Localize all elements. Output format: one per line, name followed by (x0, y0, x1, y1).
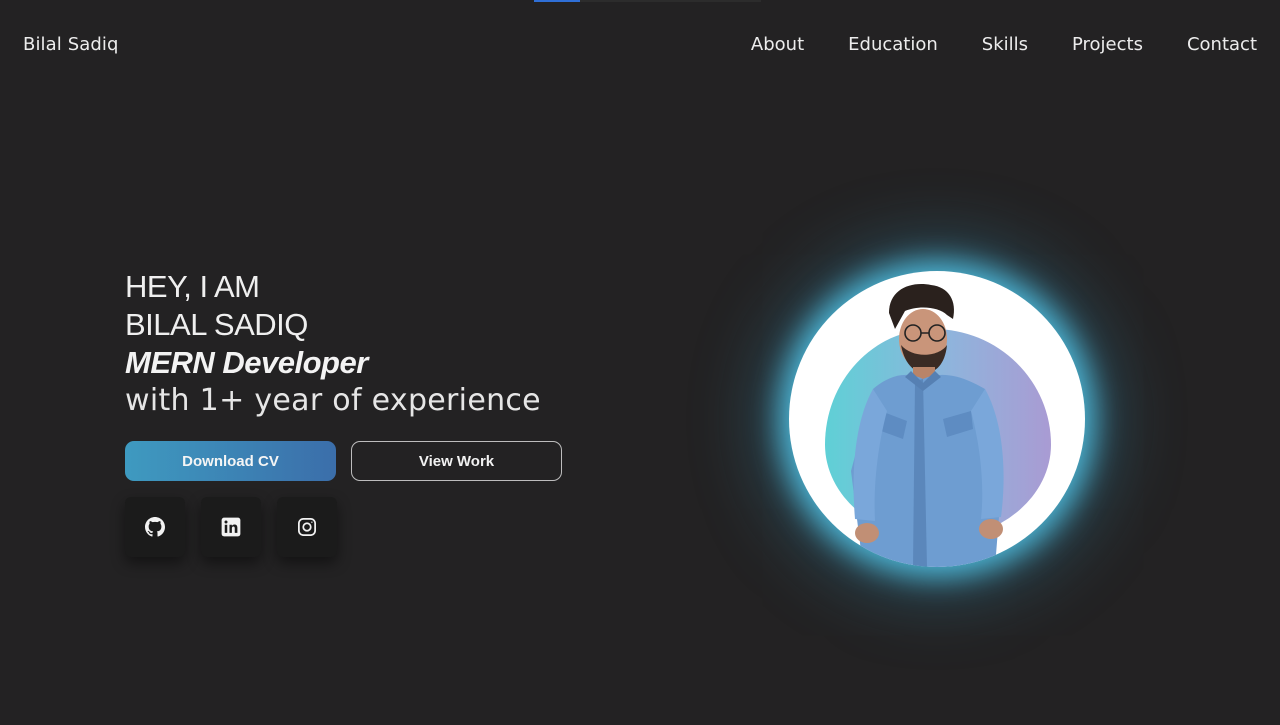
hero-greeting: HEY, I AM (125, 269, 260, 304)
instagram-link-button[interactable] (277, 497, 337, 557)
main-nav: About Education Skills Projects Contact (751, 34, 1257, 55)
hero-role: MERN Developer (125, 345, 368, 380)
download-cv-button[interactable]: Download CV (125, 441, 336, 481)
hero-actions: Download CV View Work (125, 441, 562, 481)
page: Bilal Sadiq About Education Skills Proje… (0, 0, 1280, 725)
hero-experience: with 1+ year of experience (125, 383, 541, 418)
nav-item-education[interactable]: Education (848, 34, 938, 55)
profile-photo (851, 284, 1004, 567)
hero-name: BILAL SADIQ (125, 307, 308, 342)
nav-item-contact[interactable]: Contact (1187, 34, 1257, 55)
brand-name[interactable]: Bilal Sadiq (23, 34, 119, 55)
view-work-button[interactable]: View Work (351, 441, 562, 481)
github-icon (145, 517, 165, 537)
nav-item-about[interactable]: About (751, 34, 804, 55)
instagram-icon (298, 518, 316, 536)
linkedin-link-button[interactable] (201, 497, 261, 557)
social-links (125, 497, 337, 557)
site-header: Bilal Sadiq About Education Skills Proje… (0, 0, 1280, 92)
hero-intro: HEY, I AM BILAL SADIQ MERN Developer wit… (125, 268, 541, 420)
nav-item-skills[interactable]: Skills (982, 34, 1028, 55)
github-link-button[interactable] (125, 497, 185, 557)
profile-avatar (789, 271, 1085, 567)
nav-item-projects[interactable]: Projects (1072, 34, 1143, 55)
linkedin-icon (221, 517, 241, 537)
